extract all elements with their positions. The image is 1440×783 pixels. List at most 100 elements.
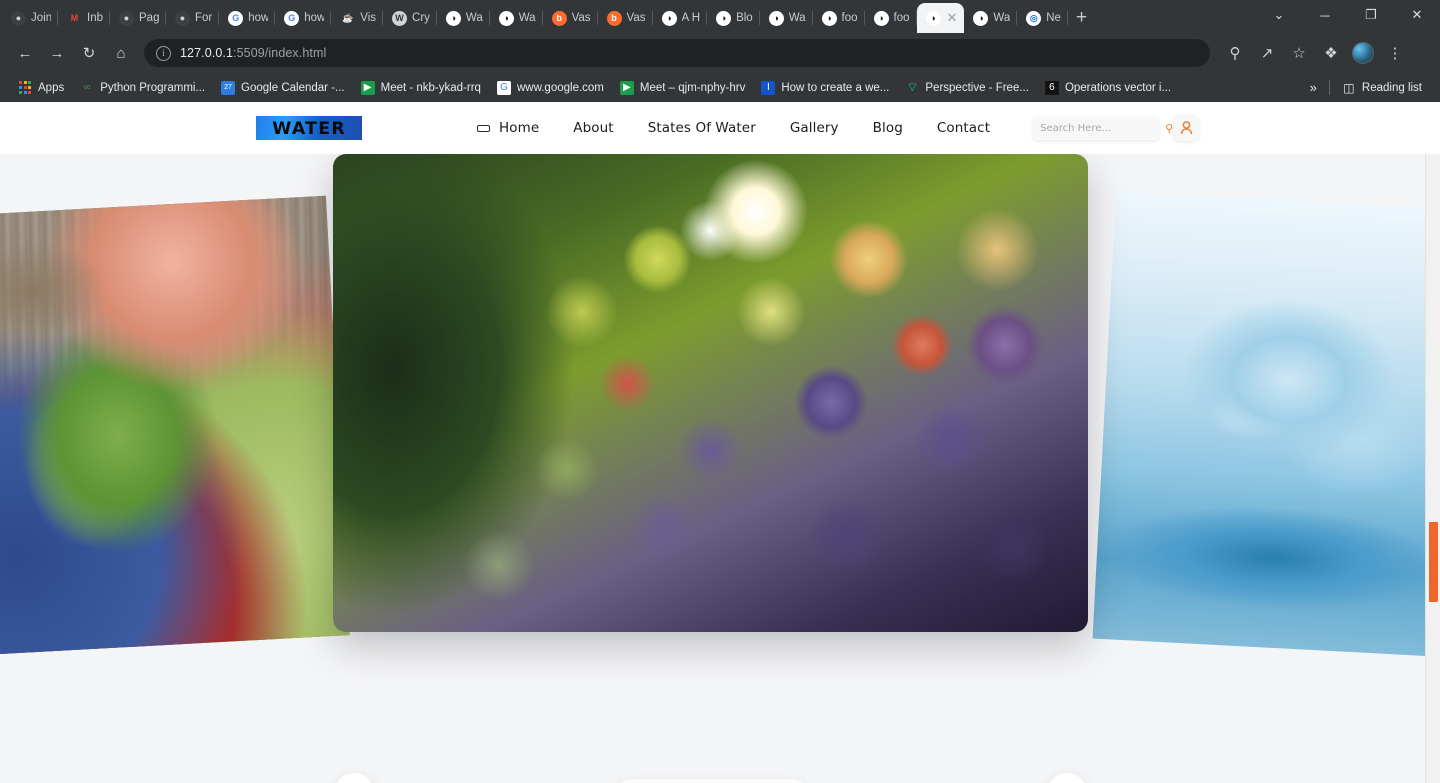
browser-window: ● Join M Inb ● Pag ● For Ghow Ghow ☕ Vis W Cry ◑ Wa ◑ Wa b… xyxy=(0,0,1440,783)
nav-link-home[interactable]: Home xyxy=(482,120,556,136)
github-icon: ● xyxy=(175,10,190,26)
nav-link-about[interactable]: About xyxy=(556,120,630,136)
browser-tab[interactable]: ◑ ✕ xyxy=(916,3,965,33)
extensions-icon[interactable]: ❖ xyxy=(1316,38,1346,68)
address-bar[interactable]: i 127.0.0.1:5509/index.html xyxy=(144,39,1210,67)
browser-tab[interactable]: M Inb xyxy=(58,3,110,33)
bookmark-item[interactable]: I How to create a we... xyxy=(753,77,897,99)
site-logo-text: WATER xyxy=(272,118,346,138)
page-scrollbar[interactable] xyxy=(1425,102,1440,783)
nav-link-gallery[interactable]: Gallery xyxy=(773,120,856,136)
brave-icon: b xyxy=(606,10,622,26)
apps-shortcut[interactable]: Apps xyxy=(10,77,72,99)
share-icon[interactable]: ↗ xyxy=(1252,38,1282,68)
search-icon[interactable]: ⚲ xyxy=(1165,122,1173,135)
site-search-box[interactable]: ⚲ xyxy=(1033,116,1173,140)
bookmark-item[interactable]: ∞ Python Programmi... xyxy=(72,77,213,99)
user-account-button[interactable] xyxy=(1173,115,1200,141)
browser-tab[interactable]: ● Join xyxy=(2,3,58,33)
browser-tab-label: how xyxy=(248,12,269,24)
site-info-icon[interactable]: i xyxy=(156,45,171,61)
forward-icon[interactable]: → xyxy=(42,38,72,68)
meet-icon: ▶ xyxy=(360,80,375,95)
site-logo[interactable]: WATER xyxy=(256,116,362,140)
browser-tab[interactable]: ● For xyxy=(166,3,220,33)
reading-list-button[interactable]: ◫ Reading list xyxy=(1334,77,1430,99)
browser-tab[interactable]: ◑ Blo xyxy=(707,3,760,33)
bookmark-item[interactable]: ▽ Perspective - Free... xyxy=(897,77,1037,99)
bookmark-label: Meet - nkb-ykad-rrq xyxy=(380,81,481,94)
bookmark-star-icon[interactable]: ☆ xyxy=(1284,38,1314,68)
browser-tab[interactable]: b Vas xyxy=(543,3,598,33)
browser-tab[interactable]: Ghow xyxy=(219,3,276,33)
globe-icon: ◑ xyxy=(873,10,889,26)
browser-tab[interactable]: ☕ Vis xyxy=(331,3,383,33)
hero-carousel: ‹ › xyxy=(0,154,1440,783)
nav-link-blog[interactable]: Blog xyxy=(856,120,920,136)
browser-tab[interactable]: ◑ foo xyxy=(813,3,865,33)
browser-tab[interactable]: ◑ Wa xyxy=(964,3,1018,33)
globe-icon: ◑ xyxy=(661,10,677,26)
nav-link-states-of-water[interactable]: States Of Water xyxy=(631,120,773,136)
apps-grid-icon xyxy=(18,81,32,95)
profile-avatar[interactable] xyxy=(1348,38,1378,68)
browser-tab[interactable]: ◑ foo xyxy=(865,3,917,33)
minimize-button[interactable]: ─ xyxy=(1302,1,1348,29)
new-tab-button[interactable]: + xyxy=(1076,8,1087,27)
carousel-slide-left[interactable] xyxy=(0,195,350,655)
browser-tab-label: Wa xyxy=(465,12,483,24)
bookmark-label: Python Programmi... xyxy=(100,81,206,94)
list-icon: ◫ xyxy=(1343,80,1355,95)
bookmark-label: www.google.com xyxy=(516,81,604,94)
bookmark-item[interactable]: 27 Google Calendar -... xyxy=(213,77,353,99)
user-account-icon xyxy=(1180,121,1192,135)
browser-tab[interactable]: b Vas xyxy=(598,3,653,33)
browser-tab[interactable]: Ghow xyxy=(275,3,332,33)
bookmark-item[interactable]: ▶ Meet - nkb-ykad-rrq xyxy=(353,77,489,99)
scrollbar-thumb[interactable] xyxy=(1429,522,1438,602)
browser-tab[interactable]: ● Pag xyxy=(110,3,166,33)
browser-tab-label: For xyxy=(195,12,213,24)
java-icon: ☕ xyxy=(342,12,354,23)
carousel-slide-right[interactable] xyxy=(1092,191,1440,657)
browser-tab[interactable]: W Cry xyxy=(383,3,437,33)
browser-tab[interactable]: ◑ Wa xyxy=(490,3,543,33)
bookmark-item[interactable]: Gwww.google.com xyxy=(489,77,612,99)
nav-link-contact[interactable]: Contact xyxy=(920,120,1007,136)
bookmarks-bar: Apps ∞ Python Programmi... 27 Google Calend… xyxy=(0,73,1440,102)
home-icon[interactable]: ⌂ xyxy=(106,38,136,68)
globe-icon: ◑ xyxy=(925,10,941,26)
close-tab-icon[interactable]: ✕ xyxy=(947,10,958,26)
browser-tab-label: Wa xyxy=(993,12,1011,24)
globe-icon: ◑ xyxy=(445,10,461,26)
browser-tab[interactable]: ◑ Wa xyxy=(437,3,490,33)
carousel-slide-center[interactable] xyxy=(333,154,1088,632)
close-window-button[interactable]: ✕ xyxy=(1394,1,1440,29)
calendar-icon: 27 xyxy=(221,80,236,95)
gmail-icon: M xyxy=(70,13,79,23)
search-icon[interactable]: ⚲ xyxy=(1220,38,1250,68)
back-icon[interactable]: ← xyxy=(10,38,40,68)
browser-tab-label: Pag xyxy=(139,12,159,24)
carousel-next-button[interactable]: › xyxy=(1047,773,1087,783)
search-input[interactable] xyxy=(1040,122,1166,134)
bookmark-item[interactable]: 6 Operations vector i... xyxy=(1037,77,1179,99)
browser-tab[interactable]: ◎ Ne xyxy=(1017,3,1068,33)
reload-icon[interactable]: ↻ xyxy=(74,38,104,68)
tab-search-button[interactable]: ⌄ xyxy=(1256,1,1302,29)
github-icon: ● xyxy=(119,10,134,26)
toolbar-right-actions: ⚲ ↗ ☆ ❖ ⋮ xyxy=(1220,38,1410,68)
browser-tab[interactable]: ◑ A H xyxy=(653,3,708,33)
bookmarks-overflow-button[interactable]: » xyxy=(1302,80,1325,95)
browser-tab-label: Blo xyxy=(736,12,753,24)
browser-tab-label: Ne xyxy=(1046,12,1061,24)
browser-tab[interactable]: ◑ Wa xyxy=(760,3,813,33)
tab-strip: ● Join M Inb ● Pag ● For Ghow Ghow ☕ Vis W Cry ◑ Wa ◑ Wa b… xyxy=(0,0,1440,33)
maximize-button[interactable]: ❐ xyxy=(1348,1,1394,29)
carousel-prev-button[interactable]: ‹ xyxy=(334,773,374,783)
browser-toolbar: ← → ↻ ⌂ i 127.0.0.1:5509/index.html ⚲ ↗ … xyxy=(0,33,1440,73)
chrome-menu-icon[interactable]: ⋮ xyxy=(1380,38,1410,68)
globe-icon: ◑ xyxy=(973,10,989,26)
meet-icon: ▶ xyxy=(619,80,634,95)
bookmark-item[interactable]: ▶ Meet – qjm-nphy-hrv xyxy=(612,77,753,99)
